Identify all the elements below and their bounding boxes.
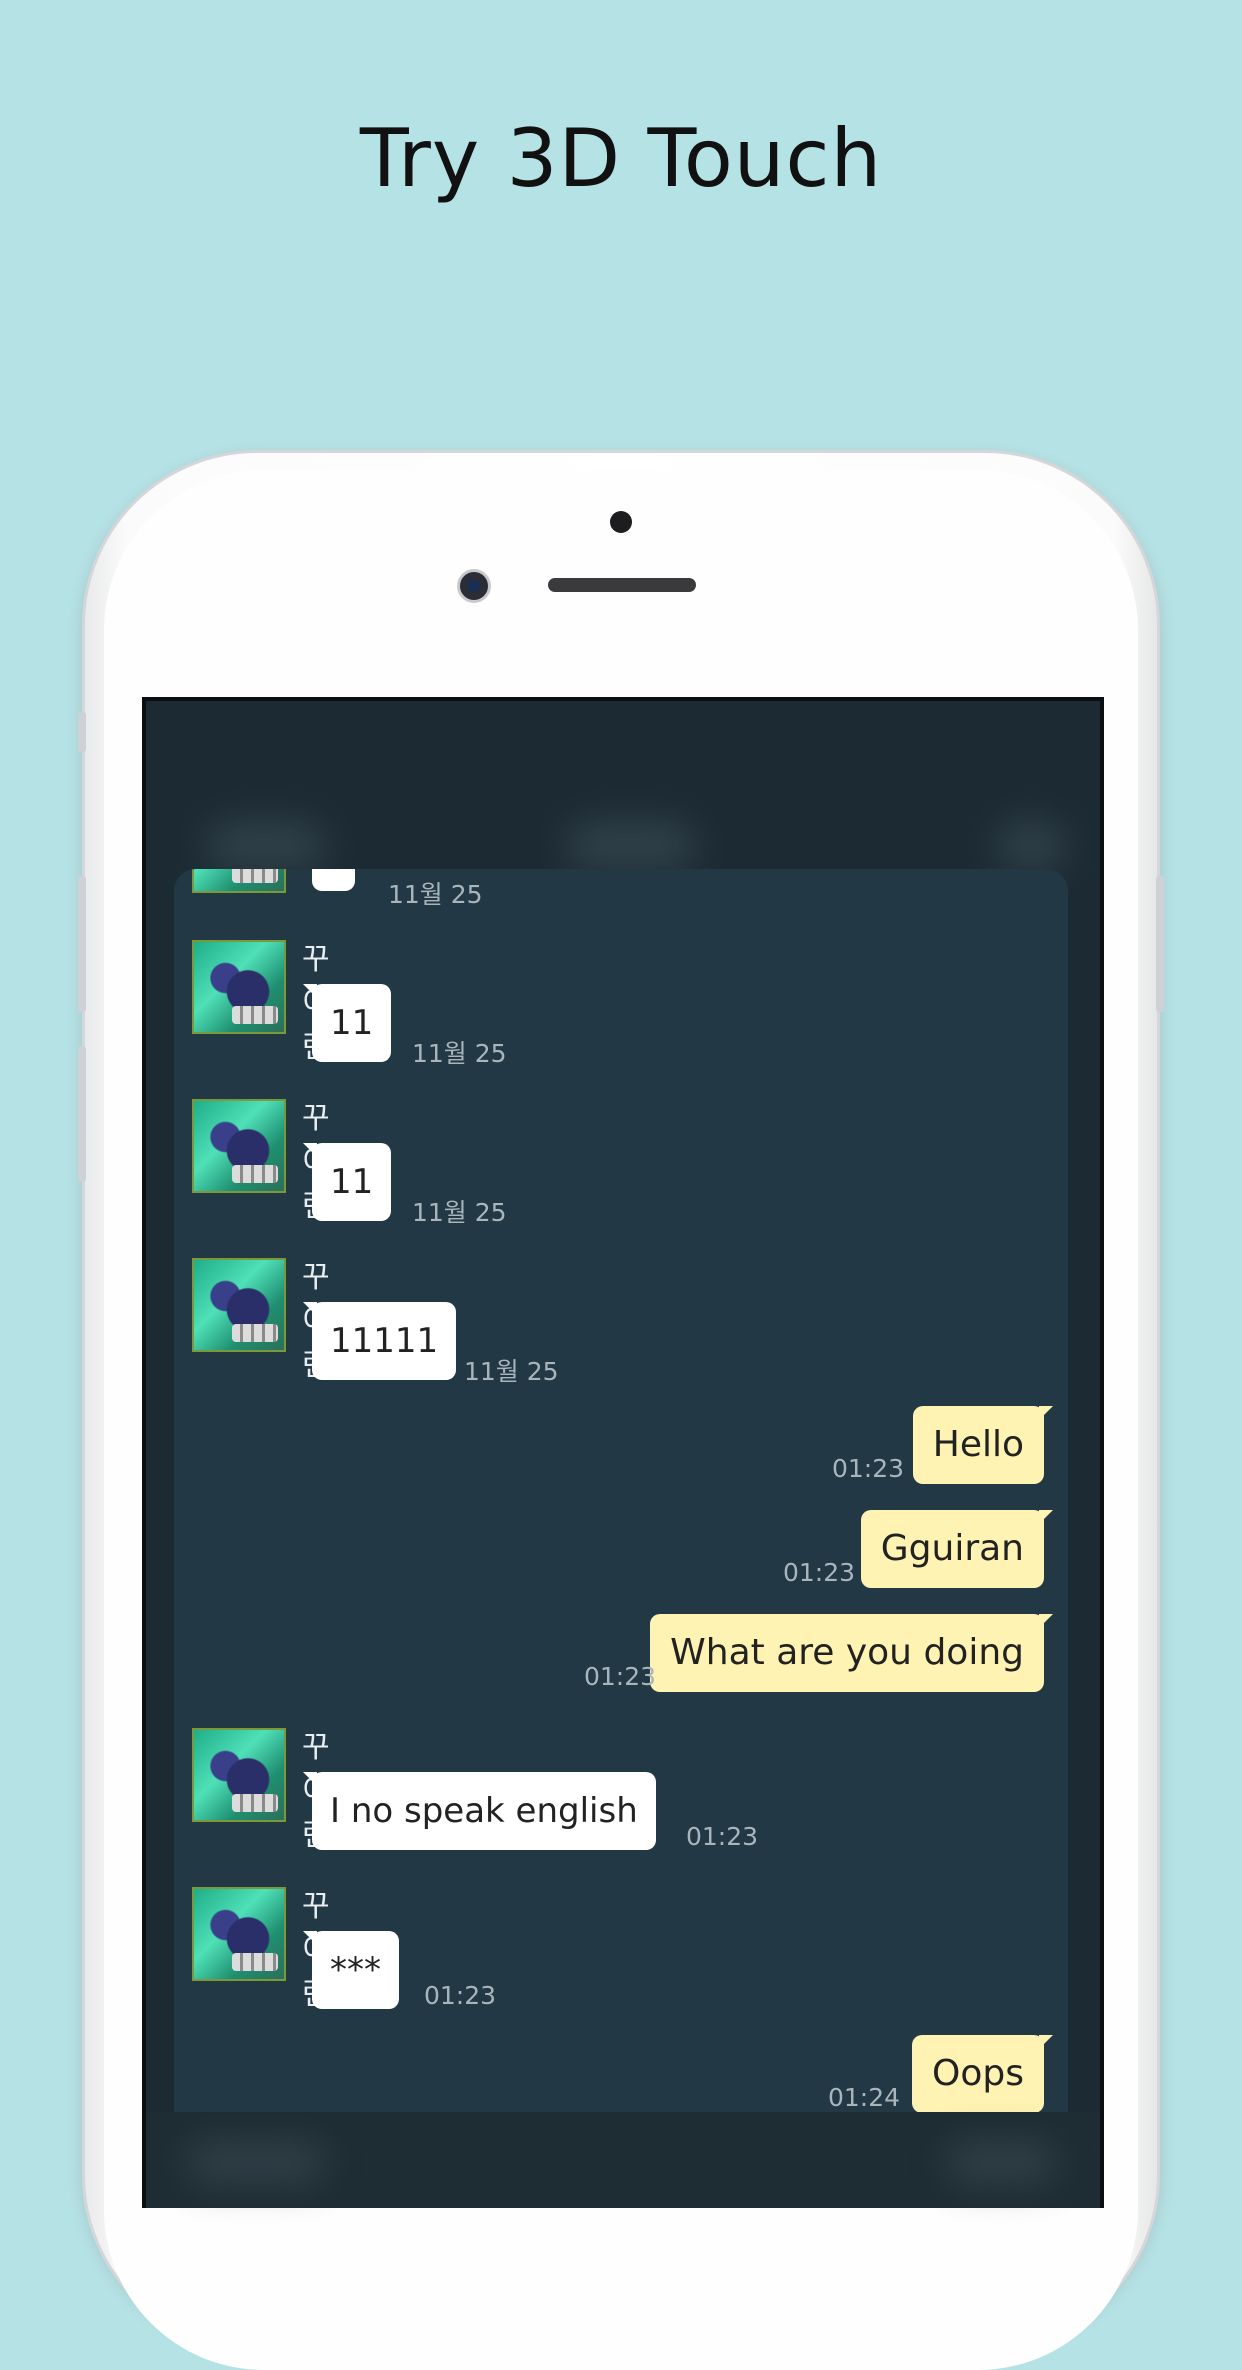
avatar[interactable] bbox=[192, 940, 286, 1034]
message-time: 11월 25 bbox=[388, 880, 483, 909]
message-bubble[interactable]: I no speak english bbox=[303, 1772, 656, 1850]
message-time: 11월 25 bbox=[412, 1198, 507, 1227]
blurred-nav-item bbox=[206, 821, 326, 871]
avatar[interactable] bbox=[192, 1099, 286, 1193]
avatar[interactable] bbox=[192, 1887, 286, 1981]
chat-preview-card[interactable]: ’ 11월 25 꾸이란 11 11월 25 꾸이란 11 11월 25 꾸이란… bbox=[174, 869, 1068, 2112]
message-time: 11월 25 bbox=[412, 1039, 507, 1068]
message-bubble[interactable]: *** bbox=[303, 1931, 399, 2009]
screen-bottom-area bbox=[146, 2112, 1100, 2208]
blurred-nav-item bbox=[996, 821, 1066, 871]
message-time: 01:23 bbox=[424, 1981, 497, 2010]
message-bubble[interactable]: 11111 bbox=[302, 1302, 457, 1380]
message-time: 11월 25 bbox=[464, 1357, 559, 1386]
headline: Try 3D Touch bbox=[359, 112, 883, 205]
power-button bbox=[1156, 876, 1164, 1012]
avatar[interactable] bbox=[192, 1258, 286, 1352]
message-time: 01:23 bbox=[583, 1662, 656, 1691]
mute-switch bbox=[78, 712, 86, 752]
message-bubble[interactable]: 11 bbox=[302, 1143, 392, 1221]
avatar bbox=[192, 869, 286, 893]
message-time: 01:23 bbox=[686, 1822, 759, 1851]
blurred-nav-title bbox=[566, 821, 696, 871]
proximity-sensor bbox=[610, 511, 632, 533]
message-bubble-outgoing[interactable]: Oops bbox=[912, 2035, 1053, 2112]
message-time: 01:24 bbox=[827, 2083, 900, 2112]
blurred-toolbar-item bbox=[946, 2142, 1056, 2182]
volume-up-button bbox=[78, 876, 86, 1012]
message-bubble[interactable]: ’ bbox=[303, 869, 355, 891]
blurred-toolbar-item bbox=[186, 2142, 326, 2182]
volume-down-button bbox=[78, 1046, 86, 1182]
message-bubble-outgoing[interactable]: Gguiran bbox=[860, 1510, 1054, 1588]
message-time: 01:23 bbox=[782, 1558, 855, 1587]
earpiece-speaker bbox=[548, 578, 696, 592]
message-bubble[interactable]: 11 bbox=[302, 984, 392, 1062]
front-camera-icon bbox=[457, 569, 491, 603]
message-bubble-outgoing[interactable]: Hello bbox=[912, 1406, 1054, 1484]
message-time: 01:23 bbox=[831, 1454, 904, 1483]
avatar[interactable] bbox=[192, 1728, 286, 1822]
message-bubble-outgoing[interactable]: What are you doing bbox=[650, 1614, 1053, 1692]
